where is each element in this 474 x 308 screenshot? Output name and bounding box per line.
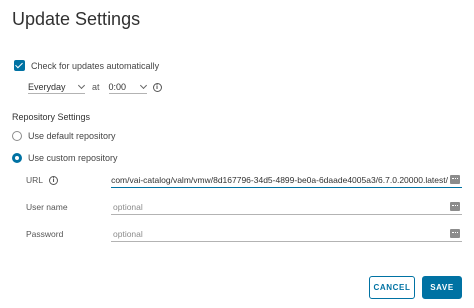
schedule-row: Everyday at 0:00 i <box>28 80 162 94</box>
url-value: ware.com/vai-catalog/valm/vmw/8d167796-3… <box>111 175 448 185</box>
auto-check-label: Check for updates automatically <box>31 60 160 71</box>
password-label: Password <box>26 229 64 239</box>
dialog-title: Update Settings <box>12 9 141 29</box>
frequency-select[interactable]: Everyday <box>28 80 86 94</box>
custom-repository-option[interactable]: Use custom repository <box>12 153 118 163</box>
url-label: URL <box>26 175 44 185</box>
default-repository-label: Use default repository <box>28 131 116 141</box>
frequency-value: Everyday <box>28 81 66 92</box>
info-icon[interactable]: i <box>152 82 162 92</box>
time-value: 0:00 <box>108 81 127 92</box>
custom-repository-label: Use custom repository <box>28 153 118 163</box>
keyboard-icon[interactable] <box>450 229 460 238</box>
url-label-row: URL i <box>26 175 59 185</box>
repository-section-title: Repository Settings <box>12 112 91 122</box>
user-name-label: User name <box>26 202 68 212</box>
user-name-placeholder: optional <box>113 202 143 212</box>
at-label: at <box>92 82 100 92</box>
password-placeholder: optional <box>113 229 143 239</box>
save-button[interactable]: SAVE <box>422 276 462 299</box>
keyboard-icon[interactable] <box>450 202 460 211</box>
info-icon[interactable]: i <box>49 175 59 185</box>
update-settings-dialog: Update Settings Check for updates automa… <box>0 0 474 308</box>
time-select[interactable]: 0:00 <box>108 80 147 94</box>
chevron-down-icon <box>77 81 86 90</box>
user-name-field[interactable]: optional <box>111 200 462 215</box>
custom-repository-radio[interactable] <box>12 153 22 163</box>
default-repository-radio[interactable] <box>12 131 22 141</box>
cancel-button[interactable]: CANCEL <box>369 276 415 299</box>
chevron-down-icon <box>139 81 147 90</box>
default-repository-option[interactable]: Use default repository <box>12 131 116 141</box>
keyboard-icon[interactable] <box>450 175 460 184</box>
url-field[interactable]: ware.com/vai-catalog/valm/vmw/8d167796-3… <box>111 173 462 188</box>
auto-check-row[interactable]: Check for updates automatically <box>14 60 159 71</box>
password-field[interactable]: optional <box>111 227 462 242</box>
auto-check-checkbox[interactable] <box>14 60 25 71</box>
